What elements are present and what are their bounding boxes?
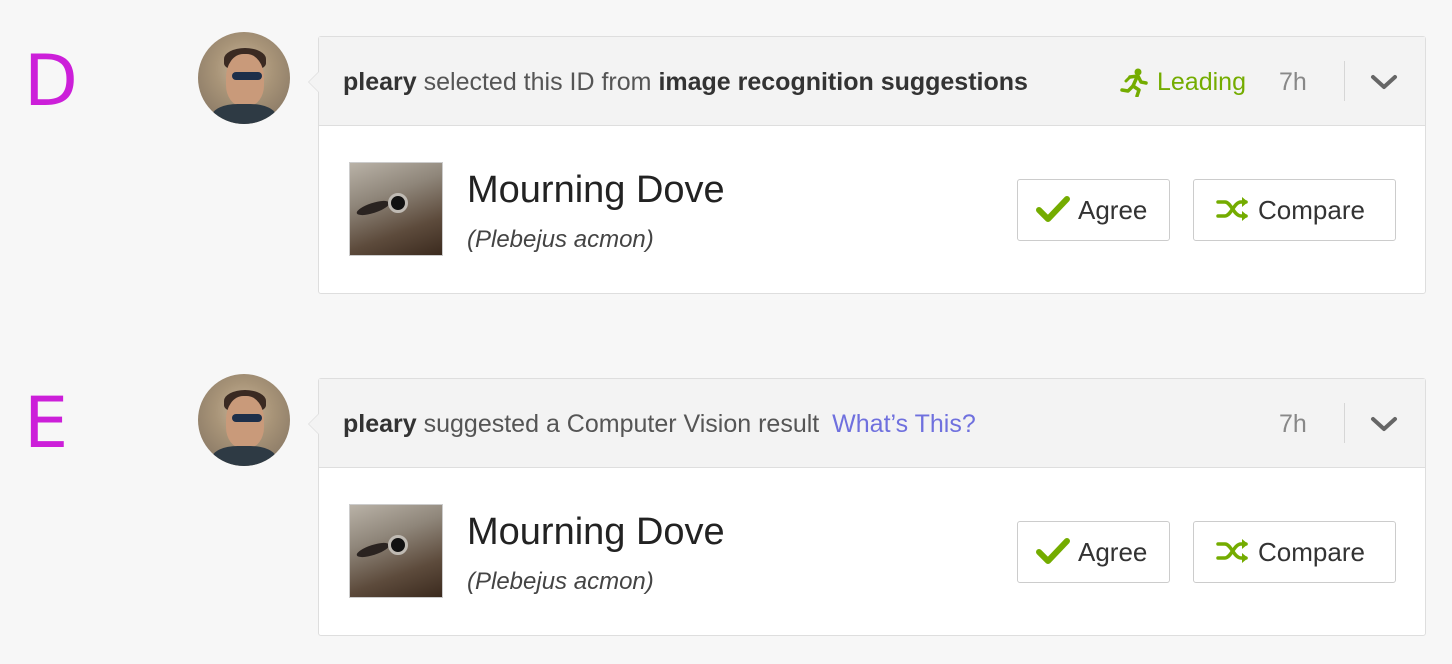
header-text: pleary suggested a Computer Vision resul… — [343, 409, 976, 439]
variant-label: E — [24, 382, 69, 464]
compare-label: Compare — [1258, 195, 1365, 225]
variant-label: D — [24, 40, 78, 122]
card-header: pleary suggested a Computer Vision resul… — [319, 379, 1425, 468]
timestamp: 7h — [1279, 68, 1307, 96]
header-text: pleary selected this ID from image recog… — [343, 67, 1028, 97]
taxon-scientific-name: (Plebejus acmon) — [467, 568, 654, 595]
username-link[interactable]: pleary — [343, 410, 417, 438]
chevron-down-icon[interactable] — [1369, 413, 1399, 435]
taxon-common-name[interactable]: Mourning Dove — [467, 509, 725, 555]
agree-label: Agree — [1078, 195, 1148, 225]
status-text: Leading — [1157, 68, 1246, 96]
taxon-scientific-name: (Plebejus acmon) — [467, 226, 654, 253]
timestamp: 7h — [1279, 410, 1307, 438]
avatar[interactable] — [198, 374, 290, 466]
avatar[interactable] — [198, 32, 290, 124]
source-text: image recognition suggestions — [658, 68, 1028, 96]
checkmark-icon — [1036, 538, 1070, 565]
shuffle-icon — [1216, 197, 1248, 222]
whats-this-link[interactable]: What’s This? — [832, 410, 976, 438]
identification-card: pleary selected this ID from image recog… — [308, 36, 1426, 294]
divider — [1344, 403, 1345, 443]
compare-button[interactable]: Compare — [1193, 521, 1396, 583]
taxon-photo[interactable] — [349, 504, 443, 598]
identification-d: D pleary selected this ID from image rec… — [0, 32, 1452, 296]
running-person-icon — [1120, 68, 1148, 97]
agree-label: Agree — [1078, 537, 1148, 567]
chevron-down-icon[interactable] — [1369, 71, 1399, 93]
shuffle-icon — [1216, 539, 1248, 564]
card-header: pleary selected this ID from image recog… — [319, 37, 1425, 126]
taxon-common-name[interactable]: Mourning Dove — [467, 167, 725, 213]
compare-label: Compare — [1258, 537, 1365, 567]
taxon-photo[interactable] — [349, 162, 443, 256]
divider — [1344, 61, 1345, 101]
action-text: suggested a Computer Vision result — [423, 410, 820, 438]
identification-e: E pleary suggested a Computer Vision res… — [0, 374, 1452, 638]
identification-card: pleary suggested a Computer Vision resul… — [308, 378, 1426, 636]
username-link[interactable]: pleary — [343, 68, 417, 96]
agree-button[interactable]: Agree — [1017, 179, 1170, 241]
checkmark-icon — [1036, 196, 1070, 223]
action-text: selected this ID from — [423, 68, 652, 96]
status-badge: Leading — [1119, 67, 1246, 97]
agree-button[interactable]: Agree — [1017, 521, 1170, 583]
compare-button[interactable]: Compare — [1193, 179, 1396, 241]
